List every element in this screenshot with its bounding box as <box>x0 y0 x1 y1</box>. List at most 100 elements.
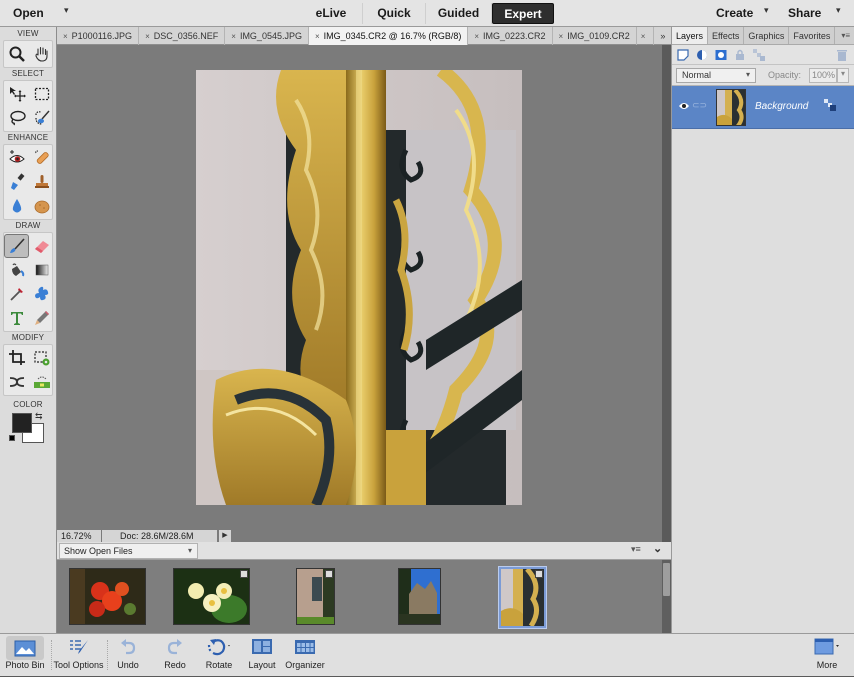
bin-scrollbar-thumb[interactable] <box>663 563 670 596</box>
panel-menu-icon[interactable]: ▾≡ <box>837 27 854 44</box>
tab-graphics[interactable]: Graphics <box>744 27 790 44</box>
document-tab[interactable]: × DSC_0356.NEF <box>139 27 226 45</box>
tab-favorites[interactable]: Favorites <box>789 27 836 44</box>
document-tab[interactable]: × IMG_0223.CR2 <box>468 27 553 45</box>
crop-tool[interactable] <box>4 346 29 370</box>
collapse-bin-icon[interactable]: ⌄ <box>653 542 662 555</box>
zoom-tool[interactable] <box>4 42 29 66</box>
water-drop-icon <box>12 199 21 213</box>
layer-name[interactable]: Background <box>755 101 808 112</box>
tab-label: IMG_0109.CR2 <box>567 31 630 41</box>
mode-quick[interactable]: Quick <box>363 3 426 24</box>
undo-button[interactable]: Undo <box>108 634 148 677</box>
close-tab-icon[interactable]: × <box>231 32 236 41</box>
rotate-button[interactable]: Rotate <box>198 634 240 677</box>
smart-brush-tool[interactable] <box>4 170 29 194</box>
foreground-color-swatch[interactable] <box>12 413 32 433</box>
bin-menu-icon[interactable]: ▾≡ <box>631 544 641 555</box>
document-tab-truncated[interactable]: × <box>637 27 655 45</box>
close-tab-icon[interactable]: × <box>145 32 150 41</box>
pencil-tool[interactable] <box>29 306 54 330</box>
bin-thumbnail[interactable] <box>296 568 335 625</box>
layer-mask-icon[interactable] <box>715 49 727 61</box>
open-button[interactable]: Open <box>13 6 44 20</box>
eye-icon[interactable] <box>678 101 690 111</box>
mode-guided[interactable]: Guided <box>426 3 492 24</box>
content-aware-move-tool[interactable] <box>4 370 29 394</box>
tab-effects[interactable]: Effects <box>708 27 745 44</box>
close-tab-icon[interactable]: × <box>474 32 479 41</box>
link-icon[interactable]: ⊂⊃ <box>692 100 707 111</box>
hand-tool[interactable] <box>29 42 54 66</box>
zoom-level-field[interactable]: 16.72% <box>57 530 101 542</box>
bin-thumbnail[interactable] <box>69 568 146 625</box>
straighten-tool[interactable] <box>29 370 54 394</box>
lasso-tool[interactable] <box>4 106 29 130</box>
close-tab-icon[interactable]: × <box>641 32 646 41</box>
paint-bucket-tool[interactable] <box>4 258 29 282</box>
layout-button[interactable]: Layout <box>243 634 281 677</box>
create-dropdown-icon[interactable]: ▾ <box>764 5 769 16</box>
custom-shape-tool[interactable] <box>29 282 54 306</box>
share-dropdown-icon[interactable]: ▾ <box>836 5 841 16</box>
tab-overflow-button[interactable]: » <box>654 27 671 45</box>
mode-expert[interactable]: Expert <box>492 3 554 24</box>
bin-thumbnail[interactable] <box>173 568 250 625</box>
document-tab[interactable]: × P1000116.JPG <box>57 27 140 45</box>
healing-brush-tool[interactable] <box>29 146 54 170</box>
move-tool[interactable] <box>4 82 29 106</box>
more-button[interactable]: More <box>806 634 848 677</box>
bottom-taskbar: Photo Bin Tool Options Undo Redo Rotate … <box>0 633 854 676</box>
default-colors-icon[interactable] <box>9 435 15 441</box>
type-tool[interactable] <box>4 306 29 330</box>
layer-row[interactable]: ⊂⊃ Background <box>672 86 854 129</box>
delete-layer-icon[interactable] <box>836 49 848 61</box>
blur-tool[interactable] <box>4 194 29 218</box>
brush-tool[interactable] <box>4 234 29 258</box>
red-eye-tool[interactable] <box>4 146 29 170</box>
bin-thumbnail[interactable] <box>398 568 441 625</box>
recompose-tool[interactable] <box>29 346 54 370</box>
open-dropdown-icon[interactable]: ▾ <box>64 5 69 16</box>
organizer-label: Organizer <box>285 660 325 670</box>
new-layer-icon[interactable] <box>677 48 689 61</box>
document-tab[interactable]: × IMG_0545.JPG <box>225 27 309 45</box>
document-tab-active[interactable]: × IMG_0345.CR2 @ 16.7% (RGB/8) <box>308 27 469 45</box>
share-button[interactable]: Share <box>788 6 821 20</box>
organizer-icon <box>295 640 315 654</box>
swap-colors-icon[interactable]: ⇆ <box>35 411 43 422</box>
lock-transparency-icon[interactable] <box>753 48 765 61</box>
red-eye-icon <box>8 150 25 163</box>
document-tab[interactable]: × IMG_0109.CR2 <box>553 27 637 45</box>
close-tab-icon[interactable]: × <box>63 32 68 41</box>
lock-all-icon[interactable] <box>734 49 746 61</box>
document-canvas[interactable] <box>57 45 662 529</box>
mode-elive[interactable]: eLive <box>300 3 363 24</box>
redo-button[interactable]: Redo <box>155 634 195 677</box>
create-button[interactable]: Create <box>716 6 753 20</box>
bin-thumbnail-selected[interactable] <box>499 567 546 628</box>
eyedropper-tool[interactable] <box>4 282 29 306</box>
status-menu-arrow-icon[interactable]: ▶ <box>219 530 231 542</box>
opacity-field[interactable]: 100% <box>809 68 837 83</box>
close-tab-icon[interactable]: × <box>559 32 564 41</box>
organizer-button[interactable]: Organizer <box>282 634 328 677</box>
quick-selection-tool[interactable] <box>29 106 54 130</box>
tab-layers[interactable]: Layers <box>672 27 709 44</box>
photo-bin-label: Photo Bin <box>5 660 45 670</box>
close-tab-icon[interactable]: × <box>315 32 320 41</box>
bin-filter-dropdown[interactable]: Show Open Files ▾ <box>59 543 198 559</box>
adjustment-layer-icon[interactable] <box>696 49 708 61</box>
photo-bin-button[interactable]: Photo Bin <box>0 634 50 677</box>
marquee-tool[interactable] <box>29 82 54 106</box>
move-icon <box>9 87 26 102</box>
blend-mode-dropdown[interactable]: Normal ▾ <box>676 68 756 83</box>
layer-lock-icon[interactable] <box>824 99 836 111</box>
document-image[interactable] <box>196 70 522 505</box>
opacity-dropdown-icon[interactable]: ▾ <box>837 68 849 83</box>
sponge-tool[interactable] <box>29 194 54 218</box>
eraser-tool[interactable] <box>29 234 54 258</box>
tool-options-button[interactable]: Tool Options <box>51 634 106 677</box>
clone-stamp-tool[interactable] <box>29 170 54 194</box>
gradient-tool[interactable] <box>29 258 54 282</box>
